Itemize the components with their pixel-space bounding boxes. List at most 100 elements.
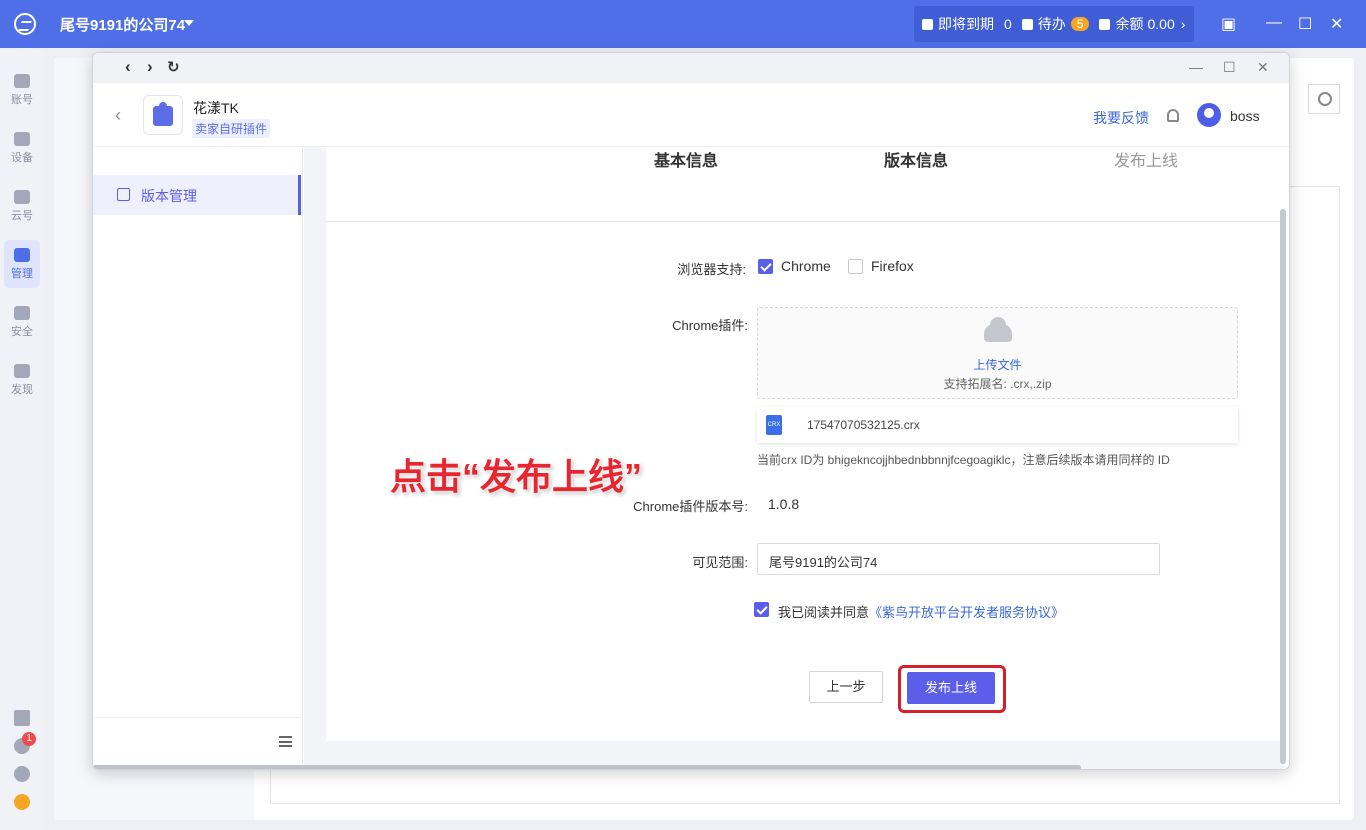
todo-badge: 5: [1070, 17, 1090, 31]
uploaded-file-row: CRX 17547070532125.crx: [757, 407, 1238, 443]
back-icon[interactable]: ‹: [115, 105, 121, 126]
scope-input[interactable]: 尾号9191的公司74: [757, 543, 1160, 575]
chrome-option-label[interactable]: Chrome: [781, 258, 831, 274]
version-value: 1.0.8: [768, 496, 800, 512]
status-box: 即将到期 0 待办 5 余额 0.00 ›: [914, 6, 1194, 42]
sidebar-footer: [93, 717, 301, 769]
app-logo-icon: [14, 13, 36, 35]
rail-label: 设备: [11, 152, 33, 164]
firefox-option-label[interactable]: Firefox: [871, 258, 914, 274]
dialog-titlebar: ‹ › ↻ — ☐ ✕: [93, 53, 1289, 83]
rail-label: 管理: [11, 268, 33, 280]
sidebar-item-label: 版本管理: [141, 188, 197, 204]
dialog-minimize-icon[interactable]: —: [1189, 59, 1203, 75]
monitor-icon: [14, 248, 30, 262]
crx-id-note: 当前crx ID为 bhigekncojjhbednbbnnjfcegoagik…: [757, 453, 1170, 467]
sidebar-item-version-management[interactable]: 版本管理: [93, 175, 301, 215]
refresh-icon[interactable]: ↻: [167, 58, 180, 76]
plugin-name: 花漾TK: [193, 100, 239, 116]
firefox-checkbox[interactable]: [848, 259, 863, 274]
agree-text: 我已阅读并同意《紫鸟开放平台开发者服务协议》: [778, 602, 1064, 621]
agreement-link[interactable]: 《紫鸟开放平台开发者服务协议》: [869, 605, 1064, 620]
compass-icon: [14, 364, 30, 378]
rail-item-account[interactable]: 账号: [4, 66, 40, 114]
version-label: Chrome插件版本号:: [633, 499, 748, 514]
maximize-icon[interactable]: ☐: [1298, 14, 1312, 34]
todo-label: 待办: [1037, 16, 1066, 32]
rail-label: 安全: [11, 326, 33, 338]
todo-item[interactable]: 待办 5: [1021, 14, 1090, 34]
bell-icon[interactable]: [1167, 109, 1179, 122]
notification-badge: 1: [22, 732, 36, 746]
expiring-item[interactable]: 即将到期 0: [922, 14, 1012, 34]
rail-item-cloud[interactable]: 云号: [4, 182, 40, 230]
search-icon[interactable]: [1308, 84, 1340, 114]
yen-icon: [1099, 18, 1111, 30]
balance-label: 余额: [1115, 16, 1144, 32]
caret-down-icon[interactable]: [184, 20, 194, 26]
rail-label: 账号: [11, 94, 33, 106]
rail-label: 云号: [11, 210, 33, 222]
scope-value: 尾号9191的公司74: [769, 555, 878, 570]
store-icon: [14, 74, 30, 88]
dialog-sidebar: 版本管理: [93, 147, 303, 769]
signpost-icon[interactable]: [14, 710, 30, 726]
plugin-dialog: ‹ › ↻ — ☐ ✕ ‹ 花漾TK 卖家自研插件 我要反馈 boss 版本管理…: [92, 52, 1290, 770]
horizontal-scrollbar[interactable]: [93, 765, 1081, 769]
upload-dropzone[interactable]: 上传文件 支持拓展名: .crx,.zip: [757, 307, 1238, 399]
publish-button[interactable]: 发布上线: [907, 672, 995, 704]
clock-icon: [922, 18, 933, 30]
dialog-close-icon[interactable]: ✕: [1257, 59, 1269, 76]
step-publish: 发布上线: [1114, 153, 1179, 170]
previous-step-button[interactable]: 上一步: [809, 671, 883, 703]
collapse-menu-icon[interactable]: [279, 736, 292, 747]
rail-item-discover[interactable]: 发现: [4, 356, 40, 404]
dialog-header: ‹ 花漾TK 卖家自研插件 我要反馈 boss: [93, 83, 1289, 147]
browser-support-label: 浏览器支持:: [677, 262, 746, 277]
todo-icon: [1021, 18, 1033, 30]
chevron-right-icon: ›: [1180, 16, 1186, 32]
annotation-text: 点击“发布上线”: [390, 456, 643, 497]
chrome-checkbox[interactable]: [758, 259, 773, 274]
title-bar: 尾号9191的公司74 即将到期 0 待办 5 余额 0.00 › ▣ — ☐ ✕: [0, 0, 1366, 48]
minimize-icon[interactable]: —: [1266, 14, 1282, 32]
rail-label: 发现: [11, 384, 33, 396]
crx-file-icon: CRX: [766, 415, 782, 435]
server-icon: [14, 132, 30, 146]
plugin-tag: 卖家自研插件: [192, 119, 271, 138]
company-switcher[interactable]: 尾号9191的公司74: [60, 14, 185, 35]
left-rail: 账号 设备 云号 管理 安全 发现: [0, 48, 44, 830]
scope-label: 可见范围:: [692, 555, 748, 570]
gear-icon[interactable]: [14, 766, 30, 782]
puzzle-icon: [143, 95, 183, 135]
upload-hint: 支持拓展名: .crx,.zip: [943, 377, 1052, 391]
rail-item-device[interactable]: 设备: [4, 124, 40, 172]
vertical-scrollbar[interactable]: [1280, 209, 1286, 764]
translate-icon[interactable]: ▣: [1221, 14, 1236, 34]
cloud-upload-icon: [984, 317, 1012, 342]
chrome-plugin-label: Chrome插件:: [672, 318, 748, 333]
steps-bar: 基本信息 版本信息 发布上线: [326, 147, 1284, 222]
nav-forward-icon[interactable]: ›: [147, 57, 153, 77]
version-icon: [117, 188, 130, 201]
avatar[interactable]: [1197, 103, 1221, 127]
upload-file-link[interactable]: 上传文件: [758, 356, 1237, 373]
nav-back-icon[interactable]: ‹: [125, 57, 131, 77]
username[interactable]: boss: [1230, 108, 1260, 124]
form-card: 基本信息 版本信息 发布上线 浏览器支持: Chrome Firefox Chr…: [326, 147, 1284, 741]
file-name: 17547070532125.crx: [807, 418, 920, 432]
rail-item-manage[interactable]: 管理: [4, 240, 40, 288]
step-version-info: 版本信息: [884, 153, 949, 170]
agree-checkbox[interactable]: [754, 602, 769, 617]
dialog-maximize-icon[interactable]: ☐: [1223, 59, 1236, 76]
headset-icon[interactable]: [14, 794, 30, 810]
balance-value: 0.00: [1147, 16, 1175, 32]
expiring-label: 即将到期: [938, 16, 994, 32]
close-icon[interactable]: ✕: [1330, 14, 1343, 34]
cloud-icon: [14, 190, 30, 204]
feedback-link[interactable]: 我要反馈: [1093, 108, 1149, 128]
step-basic-info: 基本信息: [654, 153, 719, 170]
balance-item[interactable]: 余额 0.00 ›: [1099, 14, 1185, 34]
rail-item-security[interactable]: 安全: [4, 298, 40, 346]
expiring-count: 0: [1004, 16, 1012, 32]
